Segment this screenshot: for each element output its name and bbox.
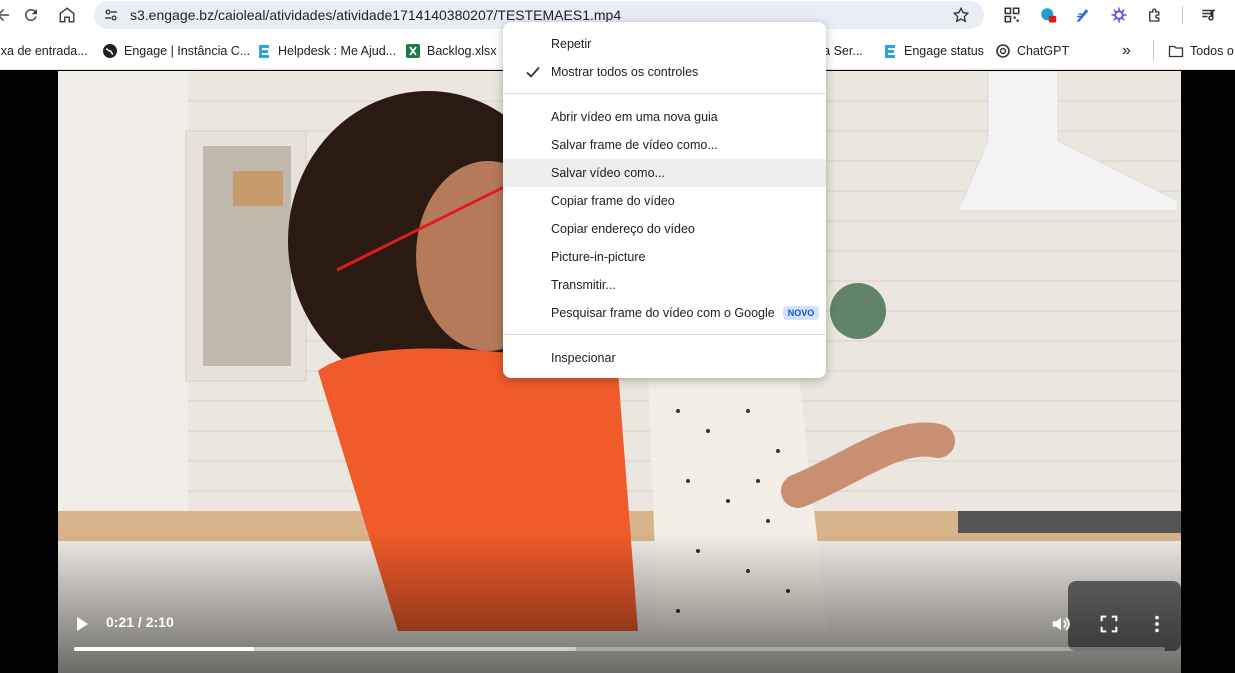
engage-logo-icon xyxy=(885,45,895,58)
bookmarks-divider xyxy=(1153,40,1154,60)
menu-item-pesquisar-google[interactable]: Pesquisar frame do vídeo com o Google NO… xyxy=(503,299,826,327)
bookmark-engage-instancia[interactable]: Engage | Instância C... xyxy=(102,41,250,61)
play-icon xyxy=(77,617,88,631)
time-separator: / xyxy=(137,614,142,630)
played-range xyxy=(74,647,254,651)
bookmark-chatgpt[interactable]: ChatGPT xyxy=(995,41,1069,61)
chatgpt-icon xyxy=(996,44,1010,58)
bookmark-backlog[interactable]: Backlog.xlsx xyxy=(405,41,496,61)
back-button[interactable] xyxy=(0,2,16,28)
bookmark-inbox[interactable]: ixa de entrada... xyxy=(0,41,88,61)
bookmarks-overflow-button[interactable]: » xyxy=(1122,41,1131,61)
reload-icon xyxy=(24,8,37,21)
reload-button[interactable] xyxy=(18,2,44,28)
puzzle-icon xyxy=(1149,8,1160,22)
volume-icon xyxy=(1052,617,1070,631)
bookmark-folder-all[interactable]: Todos o xyxy=(1168,41,1234,61)
current-time: 0:21 xyxy=(106,614,135,630)
checkmark-icon xyxy=(526,66,540,78)
engage-logo-icon xyxy=(259,45,269,58)
url-text[interactable]: s3.engage.bz/caioleal/atividades/ativida… xyxy=(130,7,621,23)
fullscreen-icon xyxy=(1100,615,1118,633)
bookmark-helpdesk[interactable]: Helpdesk : Me Ajud... xyxy=(256,41,396,61)
menu-item-salvar-video[interactable]: Salvar vídeo como... xyxy=(503,159,826,187)
home-icon xyxy=(59,7,75,23)
site-info-icon[interactable] xyxy=(102,6,120,24)
media-control-button[interactable] xyxy=(1196,2,1222,28)
menu-item-mostrar-controles[interactable]: Mostrar todos os controles xyxy=(503,58,826,86)
globe-extension-icon xyxy=(1041,8,1057,23)
extension-globe-button[interactable] xyxy=(1035,2,1061,28)
playlist-music-icon xyxy=(1202,9,1215,21)
new-badge: NOVO xyxy=(782,306,820,320)
sparkle-extension-icon xyxy=(1111,7,1127,23)
bookmark-star-icon[interactable] xyxy=(952,6,970,24)
context-menu: Repetir Mostrar todos os controles Abrir… xyxy=(503,22,826,378)
time-display: 0:21 / 2:10 xyxy=(106,614,174,630)
menu-separator xyxy=(503,334,826,335)
extension-pen-button[interactable] xyxy=(1070,2,1096,28)
arrow-left-icon xyxy=(0,9,9,21)
more-options-button[interactable] xyxy=(1146,613,1168,635)
duration: 2:10 xyxy=(145,614,174,630)
browser-window: s3.engage.bz/caioleal/atividades/ativida… xyxy=(0,0,1235,673)
qr-code-icon xyxy=(1004,7,1020,23)
menu-item-salvar-frame[interactable]: Salvar frame de vídeo como... xyxy=(503,131,826,159)
home-button[interactable] xyxy=(54,2,80,28)
menu-item-copiar-endereco[interactable]: Copiar endereço do vídeo xyxy=(503,215,826,243)
play-button[interactable] xyxy=(72,614,92,634)
video-progress-bar[interactable] xyxy=(74,647,1165,651)
kebab-menu-icon xyxy=(1155,615,1159,633)
menu-item-abrir-nova-guia[interactable]: Abrir vídeo em uma nova guia xyxy=(503,103,826,131)
volume-button[interactable] xyxy=(1050,613,1072,635)
menu-separator xyxy=(503,93,826,94)
extension-gear-button[interactable] xyxy=(1106,2,1132,28)
menu-item-repetir[interactable]: Repetir xyxy=(503,30,826,58)
folder-icon xyxy=(1168,45,1184,58)
pen-extension-icon xyxy=(1077,9,1089,22)
menu-item-picture-in-picture[interactable]: Picture-in-picture xyxy=(503,243,826,271)
menu-item-transmitir[interactable]: Transmitir... xyxy=(503,271,826,299)
extensions-button[interactable] xyxy=(1142,2,1168,28)
toolbar-divider xyxy=(1182,6,1183,24)
globe-icon xyxy=(103,44,117,58)
controls-gradient xyxy=(58,533,1181,673)
bookmark-engage-status[interactable]: Engage status xyxy=(882,41,984,61)
qr-extension-button[interactable] xyxy=(999,2,1025,28)
fullscreen-button[interactable] xyxy=(1098,613,1120,635)
menu-item-inspecionar[interactable]: Inspecionar xyxy=(503,344,826,372)
chevron-double-right-icon: » xyxy=(1122,42,1131,59)
menu-item-copiar-frame[interactable]: Copiar frame do vídeo xyxy=(503,187,826,215)
excel-icon xyxy=(406,44,420,58)
